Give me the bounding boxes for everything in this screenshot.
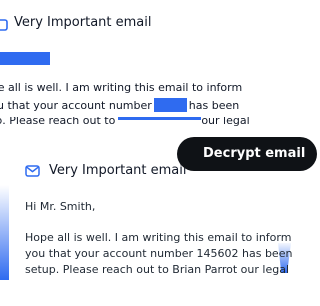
email-body: Hope all is well. I am writing this emai…: [25, 230, 305, 278]
email-body-line: you that your account number 145602 has …: [25, 247, 293, 260]
redacted-text-after: our legal: [201, 117, 250, 126]
redaction-bar: [153, 98, 187, 112]
envelope-icon: [25, 165, 40, 177]
redacted-body-line: ope all is well. I am writing this email…: [0, 81, 243, 94]
redacted-text-after: has been: [188, 99, 240, 112]
redacted-email-title: Very Important email: [14, 15, 152, 30]
email-body-line: Hope all is well. I am writing this emai…: [25, 231, 292, 244]
redacted-body-line: u that your account number has been: [0, 98, 239, 112]
redacted-text-before: u that your account number: [0, 99, 152, 112]
decrypt-email-button[interactable]: Decrypt email: [177, 137, 317, 171]
redaction-bar: [118, 117, 201, 120]
accent-stripe-left: [0, 185, 9, 280]
email-title: Very Important email: [49, 163, 187, 178]
email-body-line: setup. Please reach out to Brian Parrot …: [25, 263, 289, 276]
redacted-text-before: tup. Please reach out to: [0, 117, 116, 126]
redaction-bar: [0, 52, 50, 65]
email-greeting: Hi Mr. Smith,: [25, 200, 96, 213]
redacted-email-preview: Very Important email ope all is well. I …: [0, 0, 307, 150]
envelope-icon: [0, 19, 8, 31]
